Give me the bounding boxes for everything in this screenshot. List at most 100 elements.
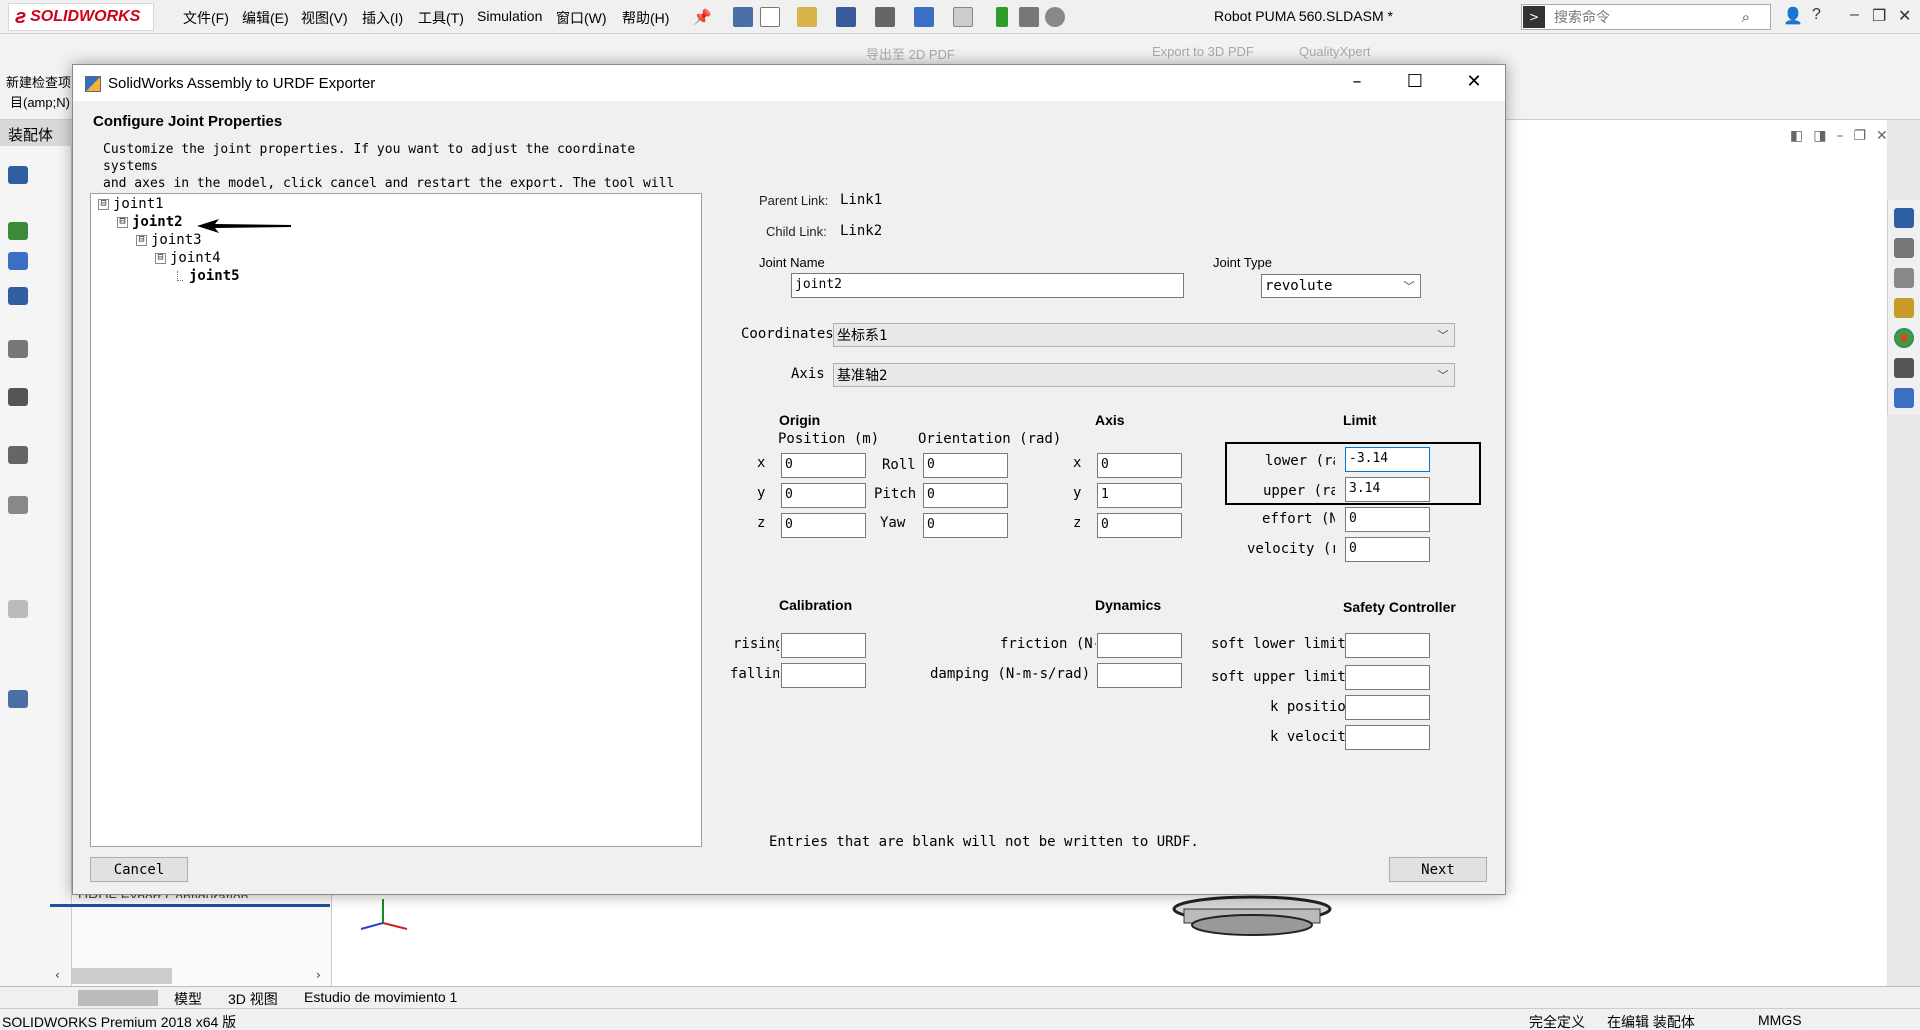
damping-input[interactable]: [1097, 663, 1182, 688]
roll-input[interactable]: 0: [923, 453, 1008, 478]
new-document-icon[interactable]: [760, 7, 780, 27]
tab-3d-view[interactable]: 3D 视图: [228, 989, 278, 1009]
menu-tools[interactable]: 工具(T): [418, 8, 464, 28]
soft-lower-limit-input[interactable]: [1345, 633, 1430, 658]
tab-model[interactable]: 模型: [174, 989, 202, 1009]
print-icon[interactable]: [875, 7, 895, 27]
friction-input[interactable]: [1097, 633, 1182, 658]
datum-feature-icon[interactable]: [8, 446, 28, 464]
export-2d-pdf-button[interactable]: 导出至 2D PDF: [866, 44, 955, 63]
falling-input[interactable]: [781, 663, 866, 688]
surface-finish-icon[interactable]: [8, 388, 28, 406]
tree-node-joint1[interactable]: ⊟ joint1: [98, 196, 164, 212]
tree-node-joint2[interactable]: ⊟ joint2: [117, 214, 183, 230]
origin-x-label: x: [757, 455, 766, 471]
tab-motion-study[interactable]: Estudio de movimiento 1: [304, 989, 457, 1005]
cancel-button[interactable]: Cancel: [90, 857, 188, 882]
file-explorer-icon[interactable]: [1894, 268, 1914, 288]
appearances-icon[interactable]: [1894, 328, 1914, 348]
save-icon[interactable]: [836, 7, 856, 27]
origin-y-input[interactable]: 0: [781, 483, 866, 508]
user-icon[interactable]: 👤: [1783, 6, 1803, 26]
menu-window[interactable]: 窗口(W): [556, 8, 607, 28]
dialog-minimize-icon[interactable]: –: [1337, 71, 1377, 92]
sw-restore-icon[interactable]: ❐: [1872, 6, 1886, 26]
design-library-icon[interactable]: [1894, 238, 1914, 258]
export-3d-pdf-button[interactable]: Export to 3D PDF: [1152, 44, 1254, 59]
balloon-icon[interactable]: [8, 340, 28, 358]
menu-file[interactable]: 文件(F): [183, 8, 229, 28]
joint-name-input[interactable]: joint2: [791, 273, 1184, 298]
axis-y-input[interactable]: 1: [1097, 483, 1182, 508]
search-icon[interactable]: ⌕: [1742, 8, 1750, 26]
velocity-input[interactable]: 0: [1345, 537, 1430, 562]
viewport-window-controls-icon[interactable]: ◧◨–❐✕: [1790, 128, 1898, 144]
robot-base-model[interactable]: [1172, 895, 1332, 939]
sw-minimize-icon[interactable]: –: [1850, 6, 1859, 24]
fm-horizontal-scrollbar[interactable]: [72, 968, 172, 984]
rising-label: rising: [733, 636, 779, 652]
collapse-icon[interactable]: ⊟: [136, 234, 147, 246]
axis-z-input[interactable]: 0: [1097, 513, 1182, 538]
tree-node-joint4[interactable]: ⊟ joint4: [155, 250, 221, 266]
tab-scroll-arrows-icon[interactable]: [78, 990, 158, 1006]
home-icon[interactable]: [733, 7, 753, 27]
hatch-icon[interactable]: [8, 600, 28, 618]
datum-target-icon[interactable]: [8, 496, 28, 514]
dialog-maximize-icon[interactable]: ☐: [1395, 71, 1435, 92]
pitch-label: Pitch: [874, 486, 917, 502]
forum-icon[interactable]: [1894, 388, 1914, 408]
soft-upper-limit-input[interactable]: [1345, 665, 1430, 690]
status-units[interactable]: MMGS: [1758, 1012, 1802, 1028]
new-check-item-label[interactable]: 新建检查项: [6, 72, 71, 91]
axis-select[interactable]: 基准轴2 ﹀: [833, 363, 1455, 387]
options-gear-icon[interactable]: [1045, 7, 1065, 27]
assembly-tab[interactable]: 装配体: [0, 120, 72, 146]
tree-node-joint3[interactable]: ⊟ joint3: [136, 232, 202, 248]
sw-close-icon[interactable]: ✕: [1898, 6, 1911, 26]
spell-check-icon[interactable]: [8, 222, 28, 240]
menu-help[interactable]: 帮助(H): [622, 8, 669, 28]
search-commands[interactable]: > 搜索命令 ⌕: [1521, 4, 1771, 30]
menu-simulation[interactable]: Simulation: [477, 8, 542, 24]
qualityxpert-button[interactable]: QualityXpert: [1299, 44, 1371, 59]
custom-properties-icon[interactable]: [1894, 358, 1914, 378]
coordinates-select[interactable]: 坐标系1 ﹀: [833, 323, 1455, 347]
pin-icon[interactable]: 📌: [693, 8, 712, 26]
collapse-icon[interactable]: ⊟: [155, 252, 166, 264]
rebuild-icon[interactable]: [996, 7, 1008, 27]
joint-tree[interactable]: ⊟ joint1 ⊟ joint2 ⊟ joint3 ⊟ joint4 join…: [90, 193, 702, 847]
menu-edit[interactable]: 编辑(E): [242, 8, 289, 28]
origin-x-input[interactable]: 0: [781, 453, 866, 478]
undo-icon[interactable]: [914, 7, 934, 27]
effort-input[interactable]: 0: [1345, 507, 1430, 532]
fm-scroll-right[interactable]: ›: [316, 968, 321, 982]
rising-input[interactable]: [781, 633, 866, 658]
pitch-input[interactable]: 0: [923, 483, 1008, 508]
select-cursor-icon[interactable]: [953, 7, 973, 27]
smart-dimension-icon[interactable]: [8, 166, 28, 184]
collapse-icon[interactable]: ⊟: [98, 198, 109, 210]
format-painter-icon[interactable]: [8, 252, 28, 270]
fm-scroll-left[interactable]: ‹: [55, 968, 60, 982]
k-position-input[interactable]: [1345, 695, 1430, 720]
joint-type-select[interactable]: revolute ﹀: [1261, 274, 1421, 298]
k-velocity-input[interactable]: [1345, 725, 1430, 750]
solidworks-logo[interactable]: ƨ SOLIDWORKS: [8, 3, 154, 31]
table-icon[interactable]: [8, 690, 28, 708]
menu-view[interactable]: 视图(V): [301, 8, 348, 28]
next-button[interactable]: Next: [1389, 857, 1487, 882]
dialog-close-icon[interactable]: ✕: [1454, 71, 1494, 92]
open-folder-icon[interactable]: [797, 7, 817, 27]
menu-insert[interactable]: 插入(I): [362, 8, 403, 28]
task-pane-home-icon[interactable]: [1894, 208, 1914, 228]
note-icon[interactable]: [8, 287, 28, 305]
view-palette-icon[interactable]: [1894, 298, 1914, 318]
origin-z-input[interactable]: 0: [781, 513, 866, 538]
file-properties-icon[interactable]: [1019, 7, 1039, 27]
axis-x-input[interactable]: 0: [1097, 453, 1182, 478]
tree-node-joint5[interactable]: joint5: [177, 268, 240, 284]
help-icon[interactable]: ?: [1812, 6, 1821, 24]
yaw-input[interactable]: 0: [923, 513, 1008, 538]
collapse-icon[interactable]: ⊟: [117, 216, 128, 228]
